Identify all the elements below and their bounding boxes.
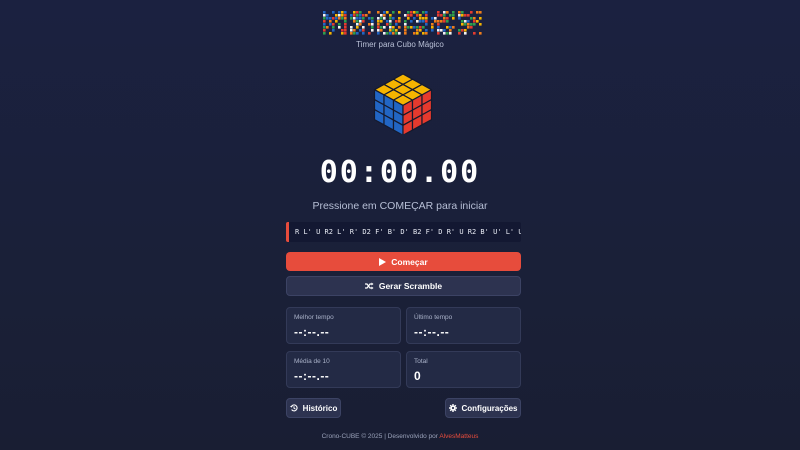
stat-total: Total 0 (406, 351, 521, 388)
generate-scramble-button[interactable]: Gerar Scramble (286, 276, 521, 296)
stat-average-10: Média de 10 --:--.-- (286, 351, 401, 388)
stat-label: Último tempo (414, 314, 453, 321)
stat-value: 0 (414, 369, 422, 383)
stat-label: Melhor tempo (294, 314, 334, 321)
play-icon (379, 257, 387, 266)
history-button[interactable]: Histórico (286, 398, 341, 418)
stat-label: Média de 10 (294, 358, 330, 365)
stat-value: --:--.-- (414, 325, 450, 339)
stat-last-time: Último tempo --:--.-- (406, 307, 521, 344)
stat-value: --:--.-- (294, 325, 330, 339)
generate-scramble-label: Gerar Scramble (378, 281, 443, 291)
app-root: Timer para Cubo Mágico 00:00.00 Pression… (0, 0, 800, 450)
settings-button-label: Configurações (461, 403, 518, 413)
logo (323, 10, 485, 36)
start-button-label: Começar (391, 256, 428, 267)
gear-icon (448, 404, 457, 412)
footer: Crono-CUBE © 2025 | Desenvolvido por Alv… (0, 433, 800, 440)
stat-best-time: Melhor tempo --:--.-- (286, 307, 401, 344)
history-button-label: Histórico (302, 403, 338, 413)
stat-value: --:--.-- (294, 369, 330, 383)
author-link[interactable]: AlvesMatteus (439, 433, 478, 440)
logo-mosaic (323, 11, 482, 35)
scramble-sequence: R L' U R2 L' R' D2 F' B' D' B2 F' D R' U… (286, 222, 521, 242)
footer-text: Crono-CUBE © 2025 | Desenvolvido por (321, 433, 438, 440)
rubiks-cube-icon (371, 72, 435, 136)
app-subtitle: Timer para Cubo Mágico (356, 40, 444, 49)
timer-hint: Pressione em COMEÇAR para iniciar (312, 200, 488, 212)
history-icon (289, 404, 298, 412)
shuffle-icon (364, 282, 374, 290)
settings-button[interactable]: Configurações (445, 398, 521, 418)
timer-display: 00:00.00 (319, 155, 481, 190)
stat-label: Total (414, 358, 428, 365)
start-button[interactable]: Começar (286, 252, 521, 271)
